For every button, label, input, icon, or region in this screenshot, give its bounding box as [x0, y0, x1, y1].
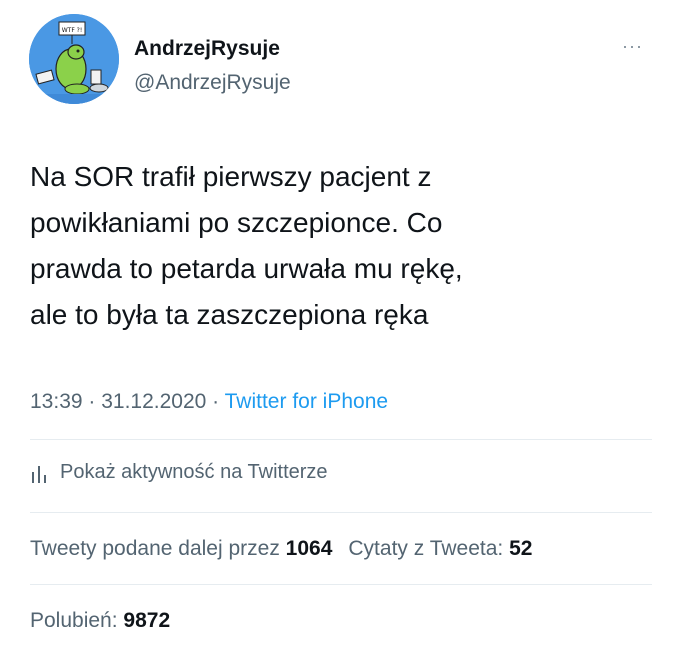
- quotes-label: Cytaty z Tweeta:: [348, 537, 510, 560]
- quotes-stat[interactable]: Cytaty z Tweeta: 52: [348, 537, 532, 560]
- avatar[interactable]: WTF ?!: [29, 14, 119, 104]
- tweet-text: Na SOR trafił pierwszy pacjent z powikła…: [30, 161, 463, 330]
- more-options-icon[interactable]: ···: [622, 36, 643, 57]
- tweet-time[interactable]: 13:39: [30, 390, 83, 413]
- divider: [30, 584, 652, 585]
- likes-label: Polubień:: [30, 609, 124, 632]
- tweet-meta: 13:39 · 31.12.2020 · Twitter for iPhone: [30, 390, 388, 414]
- retweets-stat[interactable]: Tweety podane dalej przez 1064: [30, 537, 332, 560]
- show-activity-button[interactable]: Pokaż aktywność na Twitterze: [30, 461, 328, 484]
- tweet-stats: Tweety podane dalej przez 1064 Cytaty z T…: [30, 537, 532, 561]
- avatar-illustration: WTF ?!: [29, 14, 119, 104]
- tweet-date[interactable]: 31.12.2020: [101, 390, 206, 413]
- bar-chart-icon: [32, 465, 46, 483]
- quotes-count: 52: [509, 537, 533, 560]
- meta-separator: ·: [206, 390, 225, 413]
- show-activity-label: Pokaż aktywność na Twitterze: [60, 461, 328, 483]
- author-name[interactable]: AndrzejRysuje: [134, 37, 280, 61]
- retweets-label: Tweety podane dalej przez: [30, 537, 286, 560]
- divider: [30, 512, 652, 513]
- tweet-source-link[interactable]: Twitter for iPhone: [225, 390, 388, 413]
- meta-separator: ·: [82, 390, 102, 413]
- divider: [30, 439, 652, 440]
- author-handle[interactable]: @AndrzejRysuje: [134, 71, 291, 95]
- likes-count: 9872: [123, 609, 171, 632]
- likes-stat[interactable]: Polubień: 9872: [30, 609, 170, 633]
- retweets-count: 1064: [285, 537, 333, 560]
- avatar-sign-text: WTF ?!: [62, 27, 83, 34]
